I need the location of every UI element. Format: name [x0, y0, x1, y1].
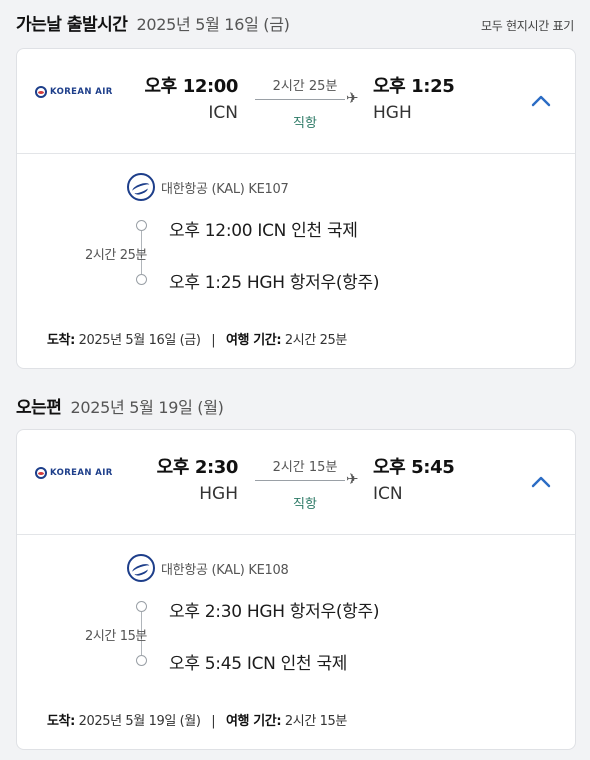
arrive-time: 오후 5:45 [373, 457, 455, 478]
timeline-start-dot [136, 220, 147, 231]
trip-duration-value: 2시간 15분 [284, 714, 347, 729]
outbound-heading: 가는날 출발시간 2025년 5월 16일 (금) [16, 10, 290, 35]
airline-row: 대한항공 (KAL) KE107 [127, 173, 289, 201]
timeline-duration: 2시간 25분 [84, 248, 147, 263]
depart-airport: HGH [199, 484, 238, 504]
route-line [255, 480, 345, 481]
outbound-summary[interactable]: KOREAN AIR 오후 12:00 ICN 2시간 25분 ✈ 직항 오후 … [17, 49, 575, 154]
airplane-icon: ✈ [346, 89, 359, 107]
nonstop-label: 직항 [293, 497, 317, 512]
arrive-airport: HGH [373, 103, 412, 123]
timeline-start-dot [136, 601, 147, 612]
timeline-end-dot [136, 274, 147, 285]
depart-time: 오후 12:00 [144, 76, 239, 97]
outbound-title: 가는날 출발시간 [16, 15, 128, 35]
korean-air-logo-icon [35, 86, 47, 98]
outbound-date: 2025년 5월 16일 (금) [136, 15, 290, 34]
korean-air-logo-icon [35, 467, 47, 479]
outbound-flight-card: KOREAN AIR 오후 12:00 ICN 2시간 25분 ✈ 직항 오후 … [16, 48, 576, 369]
chevron-up-icon[interactable] [530, 471, 552, 493]
korean-air-logo-text: KOREAN AIR [50, 87, 113, 97]
arrive-airport: ICN [373, 484, 403, 504]
trip-summary: 도착: 2025년 5월 16일 (금) | 여행 기간: 2시간 25분 [47, 329, 347, 348]
arrival-stop: 오후 5:45 ICN 인천 국제 [169, 654, 348, 674]
departure-stop: 오후 12:00 ICN 인천 국제 [169, 221, 358, 241]
flight-number: 대한항공 (KAL) KE107 [161, 181, 289, 197]
trip-duration-value: 2시간 25분 [284, 333, 347, 348]
flight-duration: 2시간 15분 [272, 460, 338, 475]
korean-air-logo-icon [127, 554, 155, 582]
depart-airport: ICN [208, 103, 238, 123]
korean-air-logo-text: KOREAN AIR [50, 468, 113, 478]
korean-air-logo: KOREAN AIR [35, 86, 113, 98]
departure-stop: 오후 2:30 HGH 항저우(항주) [169, 602, 380, 622]
airplane-icon: ✈ [346, 470, 359, 488]
inbound-heading: 오는편 2025년 5월 19일 (월) [16, 393, 224, 418]
trip-duration-label: 여행 기간: [226, 714, 282, 729]
inbound-title: 오는편 [16, 398, 62, 418]
outbound-header: 가는날 출발시간 2025년 5월 16일 (금) 모두 현지시간 표기 [16, 10, 574, 35]
route-line [255, 99, 345, 100]
local-time-note: 모두 현지시간 표기 [481, 19, 574, 33]
arrival-stop: 오후 1:25 HGH 항저우(항주) [169, 273, 380, 293]
korean-air-logo-icon [127, 173, 155, 201]
inbound-date: 2025년 5월 19일 (월) [70, 398, 224, 417]
separator: | [211, 714, 216, 729]
trip-summary: 도착: 2025년 5월 19일 (월) | 여행 기간: 2시간 15분 [47, 710, 347, 729]
inbound-detail: 대한항공 (KAL) KE108 2시간 15분 오후 2:30 HGH 항저우… [17, 535, 575, 749]
airline-row: 대한항공 (KAL) KE108 [127, 554, 289, 582]
inbound-header: 오는편 2025년 5월 19일 (월) [16, 393, 574, 418]
timeline-duration: 2시간 15분 [84, 629, 147, 644]
outbound-detail: 대한항공 (KAL) KE107 2시간 25분 오후 12:00 ICN 인천… [17, 154, 575, 368]
arrive-time: 오후 1:25 [373, 76, 455, 97]
inbound-flight-card: KOREAN AIR 오후 2:30 HGH 2시간 15분 ✈ 직항 오후 5… [16, 429, 576, 750]
inbound-summary[interactable]: KOREAN AIR 오후 2:30 HGH 2시간 15분 ✈ 직항 오후 5… [17, 430, 575, 535]
arrival-value: 2025년 5월 19일 (월) [78, 714, 201, 729]
depart-time: 오후 2:30 [156, 457, 239, 478]
trip-duration-label: 여행 기간: [226, 333, 282, 348]
flight-number: 대한항공 (KAL) KE108 [161, 562, 289, 578]
chevron-up-icon[interactable] [530, 90, 552, 112]
timeline-end-dot [136, 655, 147, 666]
arrival-value: 2025년 5월 16일 (금) [78, 333, 201, 348]
flight-duration: 2시간 25분 [272, 79, 338, 94]
korean-air-logo: KOREAN AIR [35, 467, 113, 479]
arrival-label: 도착: [47, 333, 75, 348]
nonstop-label: 직항 [293, 116, 317, 131]
arrival-label: 도착: [47, 714, 75, 729]
separator: | [211, 333, 216, 348]
